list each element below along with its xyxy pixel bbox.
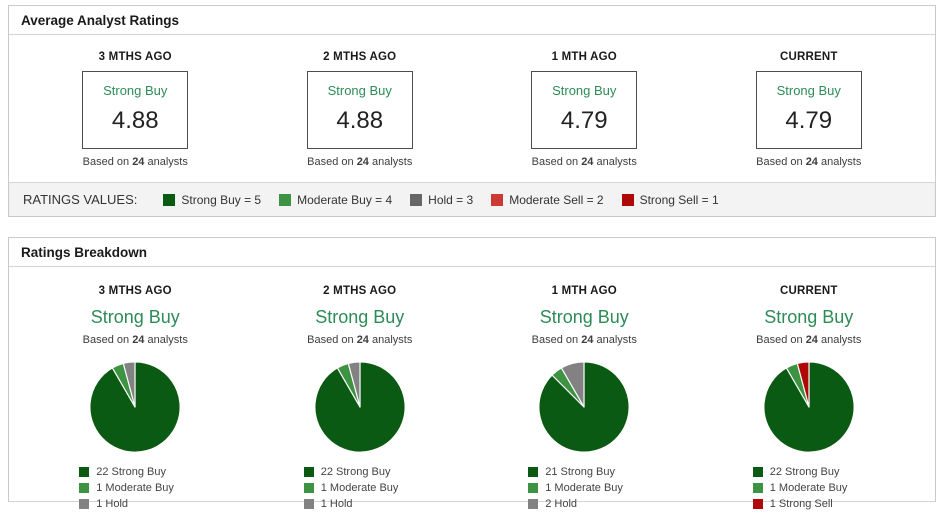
consensus-rating-label: Strong Buy	[315, 307, 405, 327]
period-label: 3 MTHS AGO	[98, 51, 172, 63]
pie-chart	[89, 361, 181, 453]
breakdown-column-current: CURRENT Strong Buy Based on 24 analysts …	[697, 285, 922, 514]
moderate-buy-swatch-icon	[279, 193, 292, 206]
legend-item-moderate-sell: Moderate Sell = 2	[491, 192, 604, 207]
rating-value: 4.88	[336, 107, 384, 134]
legend-row: 2 Hold	[528, 498, 640, 510]
period-label: CURRENT	[779, 285, 838, 297]
panel-title: Ratings Breakdown	[9, 238, 935, 267]
based-on-text: Based on 24 analysts	[82, 156, 188, 168]
panel-title: Average Analyst Ratings	[9, 6, 935, 35]
hold-swatch-icon	[79, 499, 90, 509]
rating-box: Strong Buy 4.79	[755, 71, 862, 149]
strong-buy-swatch-icon	[303, 467, 314, 477]
rating-value: 4.79	[785, 107, 833, 134]
rating-label: Strong Buy	[776, 83, 841, 98]
rating-column-3mths: 3 MTHS AGO Strong Buy 4.88 Based on 24 a…	[23, 51, 248, 168]
moderate-buy-swatch-icon	[79, 483, 90, 493]
legend-row: 1 Moderate Buy	[528, 482, 640, 494]
pie-legend: 22 Strong Buy 1 Moderate Buy 1 Hold	[303, 466, 416, 514]
based-on-text: Based on 24 analysts	[756, 156, 862, 168]
legend-row: 22 Strong Buy	[303, 466, 416, 478]
period-label: 3 MTHS AGO	[98, 285, 172, 297]
legend-item-label: Moderate Sell = 2	[509, 192, 604, 207]
pie-legend: 22 Strong Buy 1 Moderate Buy 1 Hold	[79, 466, 191, 514]
rating-value: 4.88	[111, 107, 159, 134]
legend-row: 1 Moderate Buy	[79, 482, 191, 494]
average-analyst-ratings-panel: Average Analyst Ratings 3 MTHS AGO Stron…	[8, 5, 936, 217]
legend-row: 22 Strong Buy	[79, 466, 191, 478]
strong-buy-swatch-icon	[79, 467, 90, 477]
legend-item-moderate-buy: Moderate Buy = 4	[279, 193, 392, 207]
based-on-text: Based on 24 analysts	[307, 334, 413, 346]
breakdown-columns: 3 MTHS AGO Strong Buy Based on 24 analys…	[9, 267, 935, 514]
ratings-values-legend: RATINGS VALUES: Strong Buy = 5 Moderate …	[9, 182, 935, 216]
period-label: 1 MTH AGO	[551, 285, 617, 297]
hold-swatch-icon	[303, 499, 314, 509]
legend-item-label: Strong Buy = 5	[181, 192, 262, 207]
pie-legend: 22 Strong Buy 1 Moderate Buy 1 Strong Se…	[752, 466, 865, 514]
period-label: 2 MTHS AGO	[323, 285, 397, 297]
ratings-values-label: RATINGS VALUES:	[23, 192, 138, 207]
strong-buy-swatch-icon	[528, 467, 539, 477]
rating-value: 4.79	[560, 107, 608, 134]
pie-chart	[538, 361, 630, 453]
legend-item-label: Moderate Buy = 4	[297, 192, 393, 207]
strong-buy-swatch-icon	[752, 467, 763, 477]
consensus-rating-label: Strong Buy	[539, 307, 629, 327]
legend-item-label: Hold = 3	[428, 192, 474, 207]
strong-sell-swatch-icon	[621, 193, 634, 206]
ratings-columns: 3 MTHS AGO Strong Buy 4.88 Based on 24 a…	[9, 35, 935, 182]
breakdown-column-3mths: 3 MTHS AGO Strong Buy Based on 24 analys…	[23, 285, 248, 514]
legend-item-strong-buy: Strong Buy = 5	[163, 193, 261, 207]
rating-label: Strong Buy	[552, 83, 617, 98]
rating-column-current: CURRENT Strong Buy 4.79 Based on 24 anal…	[697, 51, 922, 168]
based-on-text: Based on 24 analysts	[531, 334, 637, 346]
consensus-rating-label: Strong Buy	[764, 307, 854, 327]
strong-buy-swatch-icon	[163, 193, 176, 206]
legend-row: 1 Hold	[303, 498, 416, 510]
legend-item-hold: Hold = 3	[410, 193, 473, 207]
based-on-text: Based on 24 analysts	[82, 334, 188, 346]
strong-sell-swatch-icon	[752, 499, 763, 509]
breakdown-column-2mths: 2 MTHS AGO Strong Buy Based on 24 analys…	[248, 285, 473, 514]
based-on-text: Based on 24 analysts	[531, 156, 637, 168]
legend-row: 1 Moderate Buy	[303, 482, 416, 494]
based-on-text: Based on 24 analysts	[307, 156, 413, 168]
legend-row: 1 Hold	[79, 498, 191, 510]
pie-chart	[763, 361, 855, 453]
legend-row: 1 Strong Sell	[752, 498, 865, 510]
rating-label: Strong Buy	[103, 83, 168, 98]
moderate-buy-swatch-icon	[752, 483, 763, 493]
rating-label: Strong Buy	[327, 83, 392, 98]
rating-box: Strong Buy 4.88	[306, 71, 413, 149]
moderate-sell-swatch-icon	[491, 193, 504, 206]
based-on-text: Based on 24 analysts	[756, 334, 862, 346]
pie-legend: 21 Strong Buy 1 Moderate Buy 2 Hold	[528, 466, 640, 514]
rating-box: Strong Buy 4.79	[531, 71, 638, 149]
period-label: 1 MTH AGO	[551, 51, 617, 63]
legend-item-label: Strong Sell = 1	[639, 192, 719, 207]
moderate-buy-swatch-icon	[303, 483, 314, 493]
hold-swatch-icon	[528, 499, 539, 509]
period-label: CURRENT	[779, 51, 838, 63]
legend-row: 21 Strong Buy	[528, 466, 640, 478]
ratings-breakdown-panel: Ratings Breakdown 3 MTHS AGO Strong Buy …	[8, 237, 936, 510]
breakdown-column-1mth: 1 MTH AGO Strong Buy Based on 24 analyst…	[472, 285, 697, 514]
hold-swatch-icon	[410, 193, 423, 206]
rating-column-2mths: 2 MTHS AGO Strong Buy 4.88 Based on 24 a…	[248, 51, 473, 168]
rating-box: Strong Buy 4.88	[82, 71, 189, 149]
legend-row: 22 Strong Buy	[752, 466, 865, 478]
pie-chart	[314, 361, 406, 453]
rating-column-1mth: 1 MTH AGO Strong Buy 4.79 Based on 24 an…	[472, 51, 697, 168]
legend-row: 1 Moderate Buy	[752, 482, 865, 494]
period-label: 2 MTHS AGO	[323, 51, 397, 63]
moderate-buy-swatch-icon	[528, 483, 539, 493]
legend-item-strong-sell: Strong Sell = 1	[621, 192, 719, 207]
consensus-rating-label: Strong Buy	[90, 307, 180, 327]
